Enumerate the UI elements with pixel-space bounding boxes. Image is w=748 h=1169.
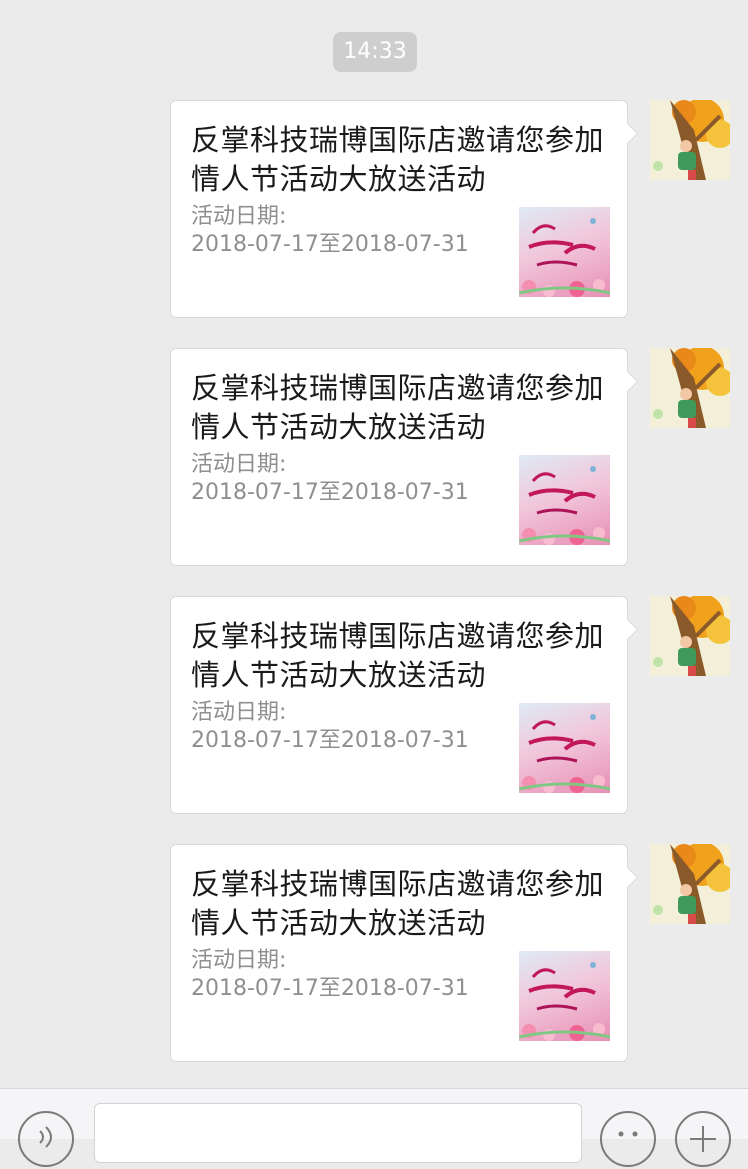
card-date-label: 活动日期: [191,452,287,477]
emoji-icon[interactable] [600,1111,656,1167]
tree-avatar-image[interactable] [650,348,730,428]
chat-message: 反掌科技瑞博国际店邀请您参加情人节活动大放送活动活动日期: 2018-07-17至… [0,100,748,322]
card-date-label: 活动日期: [191,948,287,973]
card-title: 反掌科技瑞博国际店邀请您参加情人节活动大放送活动 [191,123,605,196]
message-input[interactable] [94,1103,582,1163]
plus-icon[interactable] [675,1111,731,1167]
chat-area: 14:33 反掌科技瑞博国际店邀请您参加情人节活动大放送活动 活动日期: 2018-… [0,0,748,1088]
valentines-poster-image [519,951,610,1041]
tree-avatar-image[interactable] [650,844,730,924]
chat-message: 反掌科技瑞博国际店邀请您参加情人节活动大放送活动活动日期: 2018-07-17至… [0,844,748,1066]
card-title: 反掌科技瑞博国际店邀请您参加情人节活动大放送活动 [191,371,605,444]
card-title: 反掌科技瑞博国际店邀请您参加情人节活动大放送活动 [191,867,605,940]
tree-avatar-image[interactable] [650,596,730,676]
activity-card[interactable]: 反掌科技瑞博国际店邀请您参加情人节活动大放送活动活动日期: 2018-07-17至… [170,844,628,1062]
card-date-range: 2018-07-17至2018-07-31 [191,728,469,753]
card-date-label: 活动日期: [191,204,287,229]
chat-message: 反掌科技瑞博国际店邀请您参加情人节活动大放送活动活动日期: 2018-07-17至… [0,596,748,818]
card-title: 反掌科技瑞博国际店邀请您参加情人节活动大放送活动 [191,619,605,692]
activity-card[interactable]: 反掌科技瑞博国际店邀请您参加情人节活动大放送活动活动日期: 2018-07-17至… [170,348,628,566]
card-date-label: 活动日期: [191,700,287,725]
message-timestamp: 14:33 [333,32,417,72]
valentines-poster-image [519,455,610,545]
card-date-range: 2018-07-17至2018-07-31 [191,232,469,257]
valentines-poster-image [519,703,610,793]
activity-card[interactable]: 反掌科技瑞博国际店邀请您参加情人节活动大放送活动活动日期: 2018-07-17至… [170,100,628,318]
chat-input-bar [0,1088,748,1167]
chat-message: 反掌科技瑞博国际店邀请您参加情人节活动大放送活动活动日期: 2018-07-17至… [0,348,748,570]
card-date-range: 2018-07-17至2018-07-31 [191,976,469,1001]
valentines-poster-image [519,207,610,297]
card-date-range: 2018-07-17至2018-07-31 [191,480,469,505]
tree-avatar-image[interactable] [650,100,730,180]
voice-icon[interactable] [18,1111,74,1167]
activity-card[interactable]: 反掌科技瑞博国际店邀请您参加情人节活动大放送活动活动日期: 2018-07-17至… [170,596,628,814]
